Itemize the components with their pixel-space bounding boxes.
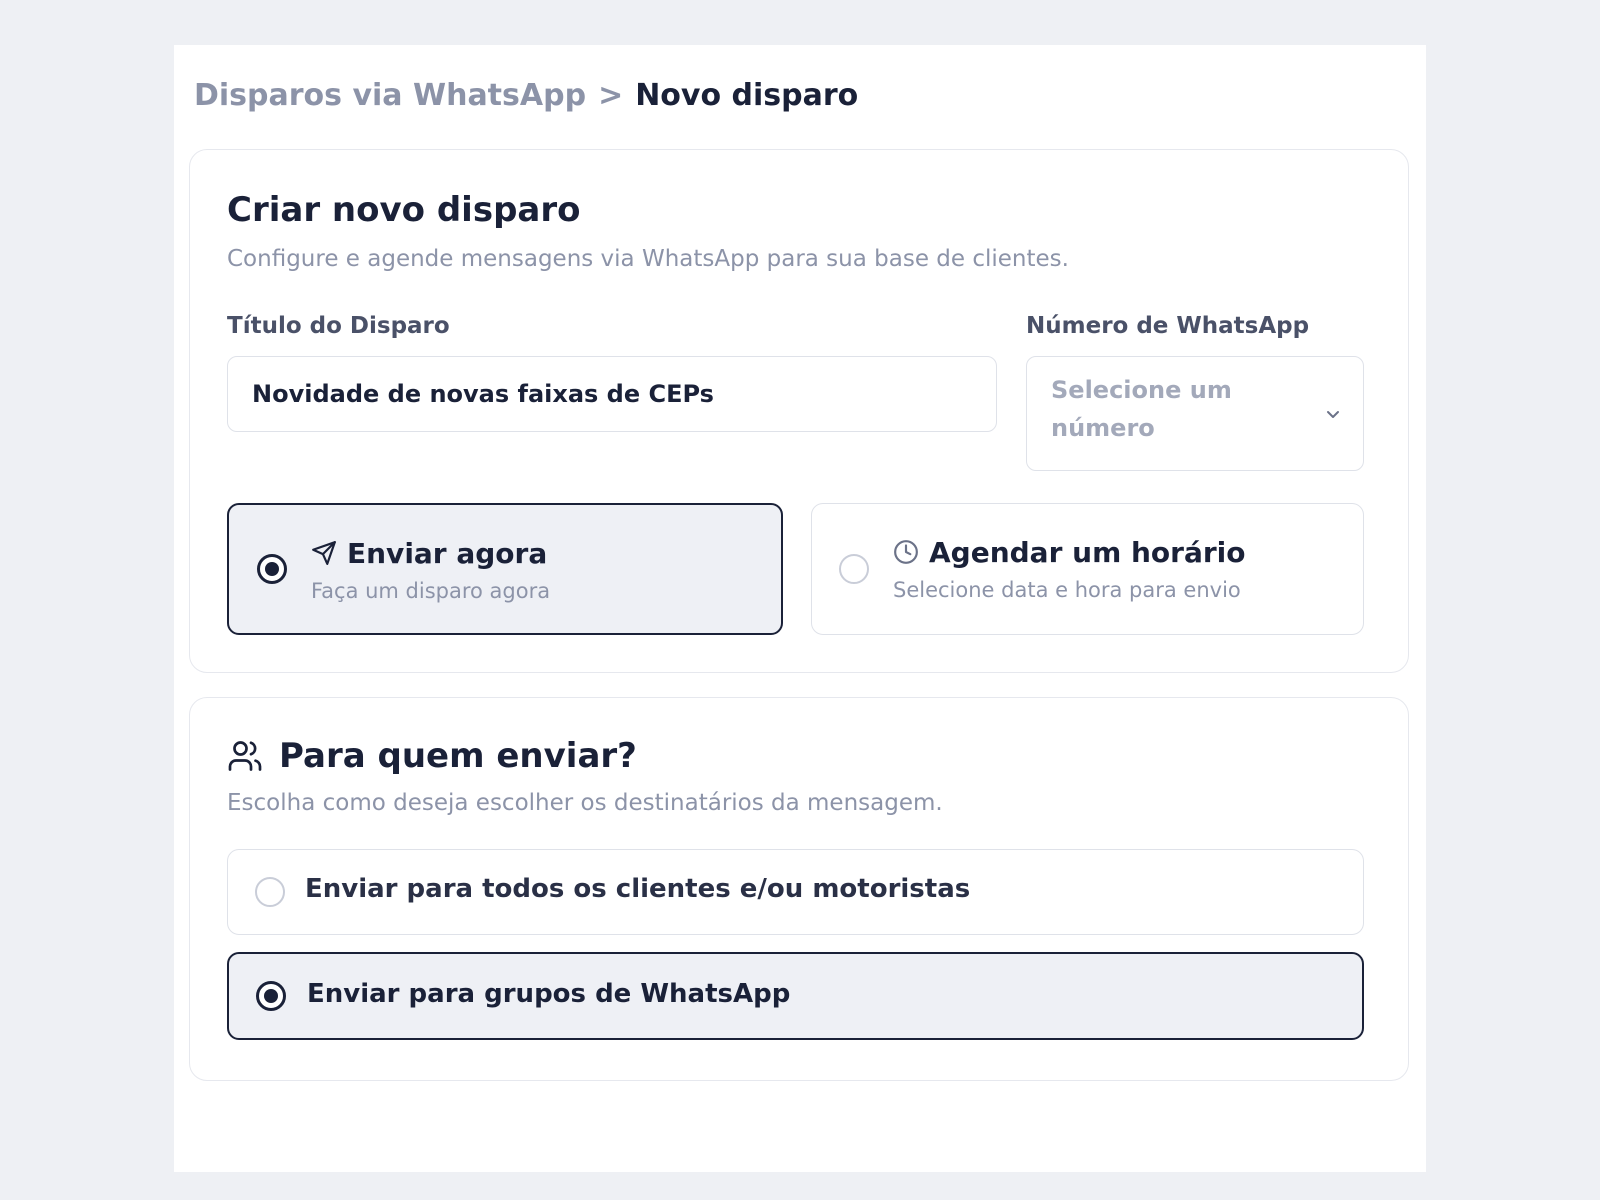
schedule-label: Agendar um horário (929, 535, 1246, 569)
breadcrumb-current: Novo disparo (635, 77, 859, 113)
send-now-label: Enviar agora (347, 536, 548, 570)
recipients-title: Para quem enviar? (227, 736, 637, 776)
title-input[interactable] (227, 356, 997, 432)
recipients-title-text: Para quem enviar? (279, 736, 637, 776)
send-now-option[interactable]: Enviar agora Faça um disparo agora (227, 503, 783, 635)
breadcrumb-separator: > (598, 77, 624, 113)
send-icon (312, 541, 336, 565)
recipients-description: Escolha como deseja escolher os destinat… (227, 790, 943, 816)
recipients-option-groups[interactable]: Enviar para grupos de WhatsApp (227, 952, 1364, 1040)
schedule-title: Agendar um horário (893, 532, 1246, 572)
clock-icon (894, 540, 918, 564)
send-now-radio[interactable] (257, 554, 287, 584)
recipients-groups-radio[interactable] (256, 981, 286, 1011)
users-icon (228, 741, 262, 771)
main-panel: Disparos via WhatsApp > Novo disparo Cri… (174, 45, 1426, 1172)
recipients-all-radio[interactable] (255, 877, 285, 907)
breadcrumb-link-disparos[interactable]: Disparos via WhatsApp (194, 78, 586, 113)
title-field-label: Título do Disparo (227, 313, 450, 339)
recipients-all-label: Enviar para todos os clientes e/ou motor… (305, 874, 971, 904)
send-now-title: Enviar agora (311, 533, 547, 573)
send-now-subtitle: Faça um disparo agora (311, 579, 551, 603)
whatsapp-number-placeholder: Selecione um número (1051, 376, 1232, 442)
create-dispatch-card: Criar novo disparo Configure e agende me… (189, 149, 1409, 673)
recipients-groups-label: Enviar para grupos de WhatsApp (307, 979, 791, 1009)
whatsapp-number-label: Número de WhatsApp (1026, 313, 1310, 339)
schedule-option[interactable]: Agendar um horário Selecione data e hora… (811, 503, 1364, 635)
recipients-option-all[interactable]: Enviar para todos os clientes e/ou motor… (227, 849, 1364, 935)
create-dispatch-description: Configure e agende mensagens via WhatsAp… (227, 246, 1069, 272)
whatsapp-number-select[interactable]: Selecione um número (1026, 356, 1364, 471)
chevron-down-icon (1327, 410, 1339, 418)
schedule-radio[interactable] (839, 554, 869, 584)
schedule-subtitle: Selecione data e hora para envio (893, 578, 1241, 602)
create-dispatch-title: Criar novo disparo (227, 190, 581, 230)
breadcrumb: Disparos via WhatsApp > Novo disparo (194, 75, 858, 115)
recipients-card: Para quem enviar? Escolha como deseja es… (189, 697, 1409, 1081)
